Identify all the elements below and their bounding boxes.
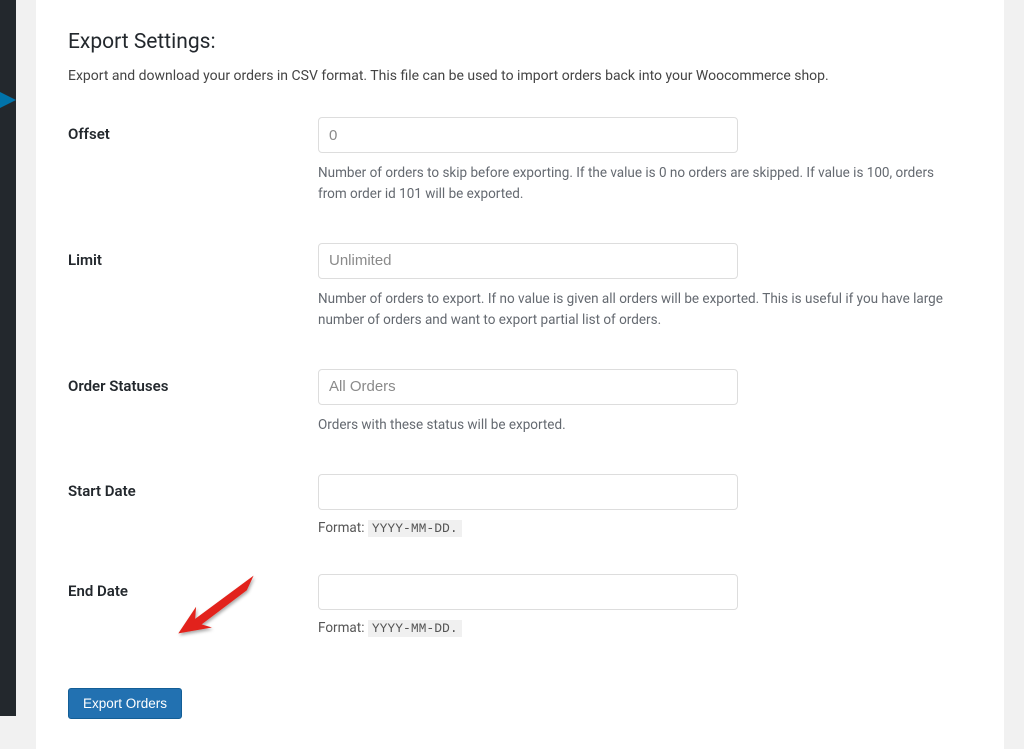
export-orders-button[interactable]: Export Orders — [68, 688, 182, 719]
limit-input[interactable] — [318, 243, 738, 279]
page-title: Export Settings: — [68, 30, 972, 54]
offset-input[interactable] — [318, 117, 738, 153]
start-date-format-prefix: Format: — [318, 520, 368, 536]
limit-help: Number of orders to export. If no value … — [318, 289, 958, 331]
sidebar-active-marker — [0, 92, 16, 108]
end-date-format-prefix: Format: — [318, 620, 368, 636]
order-statuses-label: Order Statuses — [68, 369, 318, 395]
offset-help: Number of orders to skip before exportin… — [318, 163, 958, 205]
order-statuses-control-wrap: Orders with these status will be exporte… — [318, 369, 958, 436]
end-date-control-wrap: Format: YYYY-MM-DD. — [318, 574, 958, 636]
offset-label: Offset — [68, 117, 318, 143]
admin-sidebar-sliver — [0, 0, 16, 716]
order-statuses-row: Order Statuses Orders with these status … — [68, 369, 972, 436]
offset-control-wrap: Number of orders to skip before exportin… — [318, 117, 958, 205]
offset-row: Offset Number of orders to skip before e… — [68, 117, 972, 205]
order-statuses-input[interactable] — [318, 369, 738, 405]
end-date-input[interactable] — [318, 574, 738, 610]
limit-row: Limit Number of orders to export. If no … — [68, 243, 972, 331]
start-date-format: Format: YYYY-MM-DD. — [318, 520, 958, 536]
content-wrap: Export Settings: Export and download you… — [16, 0, 1024, 716]
order-statuses-help: Orders with these status will be exporte… — [318, 415, 958, 436]
start-date-row: Start Date Format: YYYY-MM-DD. — [68, 474, 972, 536]
start-date-control-wrap: Format: YYYY-MM-DD. — [318, 474, 958, 536]
end-date-format: Format: YYYY-MM-DD. — [318, 620, 958, 636]
page-description: Export and download your orders in CSV f… — [68, 66, 972, 87]
end-date-format-code: YYYY-MM-DD. — [368, 620, 462, 637]
start-date-label: Start Date — [68, 474, 318, 500]
export-settings-card: Export Settings: Export and download you… — [36, 0, 1004, 749]
start-date-input[interactable] — [318, 474, 738, 510]
end-date-row: End Date Format: YYYY-MM-DD. — [68, 574, 972, 636]
limit-label: Limit — [68, 243, 318, 269]
start-date-format-code: YYYY-MM-DD. — [368, 520, 462, 537]
end-date-label: End Date — [68, 574, 318, 600]
limit-control-wrap: Number of orders to export. If no value … — [318, 243, 958, 331]
